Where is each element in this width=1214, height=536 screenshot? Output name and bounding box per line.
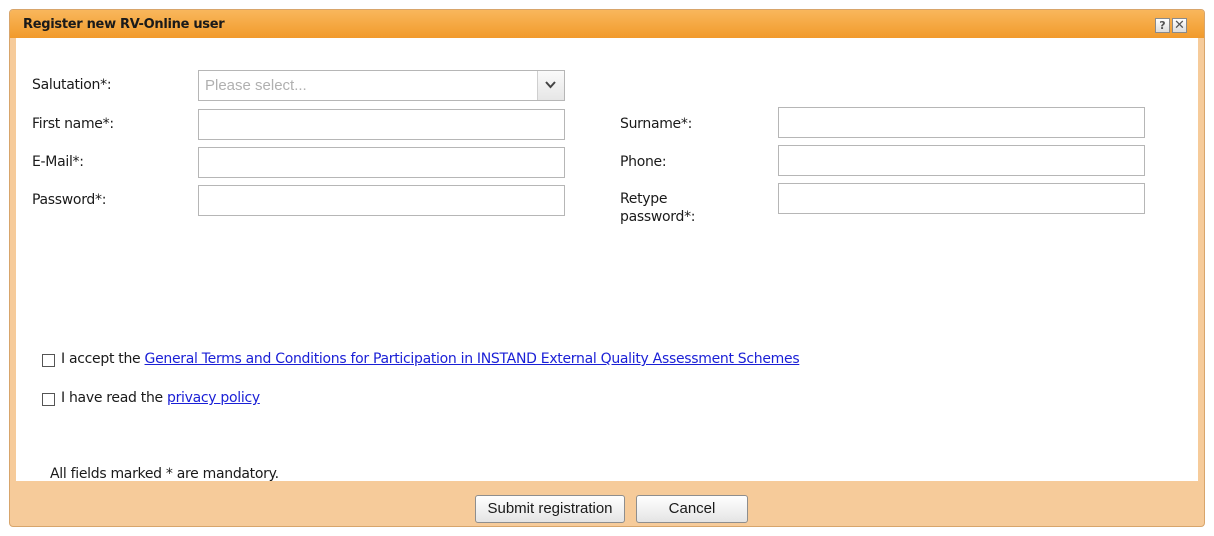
mandatory-note: All fields marked * are mandatory. [50, 466, 279, 482]
register-dialog: Register new RV-Online user ? ✕ Salutati… [9, 9, 1205, 527]
privacy-row: I have read the privacy policy [61, 390, 260, 406]
email-label: E-Mail*: [32, 154, 84, 170]
privacy-checkbox[interactable] [42, 393, 55, 406]
password-input[interactable] [198, 185, 565, 216]
surname-input[interactable] [778, 107, 1145, 138]
surname-label: Surname*: [620, 116, 692, 132]
terms-prefix: I accept the [61, 351, 145, 367]
terms-row: I accept the General Terms and Condition… [61, 351, 800, 367]
privacy-policy-link[interactable]: privacy policy [167, 390, 260, 406]
email-input[interactable] [198, 147, 565, 178]
help-button[interactable]: ? [1155, 18, 1170, 33]
retype-password-label-line1: Retype [620, 191, 668, 207]
terms-checkbox[interactable] [42, 354, 55, 367]
first-name-input[interactable] [198, 109, 565, 140]
form-content: Salutation*: Please select... First name… [16, 38, 1198, 482]
phone-input[interactable] [778, 145, 1145, 176]
salutation-select[interactable]: Please select... [198, 70, 565, 101]
terms-link[interactable]: General Terms and Conditions for Partici… [145, 351, 800, 367]
retype-password-input[interactable] [778, 183, 1145, 214]
salutation-dropdown-button[interactable] [537, 71, 564, 100]
chevron-down-icon [545, 81, 556, 89]
privacy-prefix: I have read the [61, 390, 167, 406]
phone-label: Phone: [620, 154, 667, 170]
salutation-label: Salutation*: [32, 77, 112, 93]
salutation-placeholder: Please select... [205, 77, 307, 94]
dialog-title: Register new RV-Online user [23, 17, 225, 32]
cancel-button[interactable]: Cancel [636, 495, 748, 523]
retype-password-label-line2: password*: [620, 209, 696, 225]
submit-registration-button[interactable]: Submit registration [475, 495, 625, 523]
close-button[interactable]: ✕ [1172, 18, 1187, 33]
dialog-titlebar[interactable]: Register new RV-Online user ? ✕ [10, 10, 1204, 38]
password-label: Password*: [32, 192, 107, 208]
first-name-label: First name*: [32, 116, 114, 132]
